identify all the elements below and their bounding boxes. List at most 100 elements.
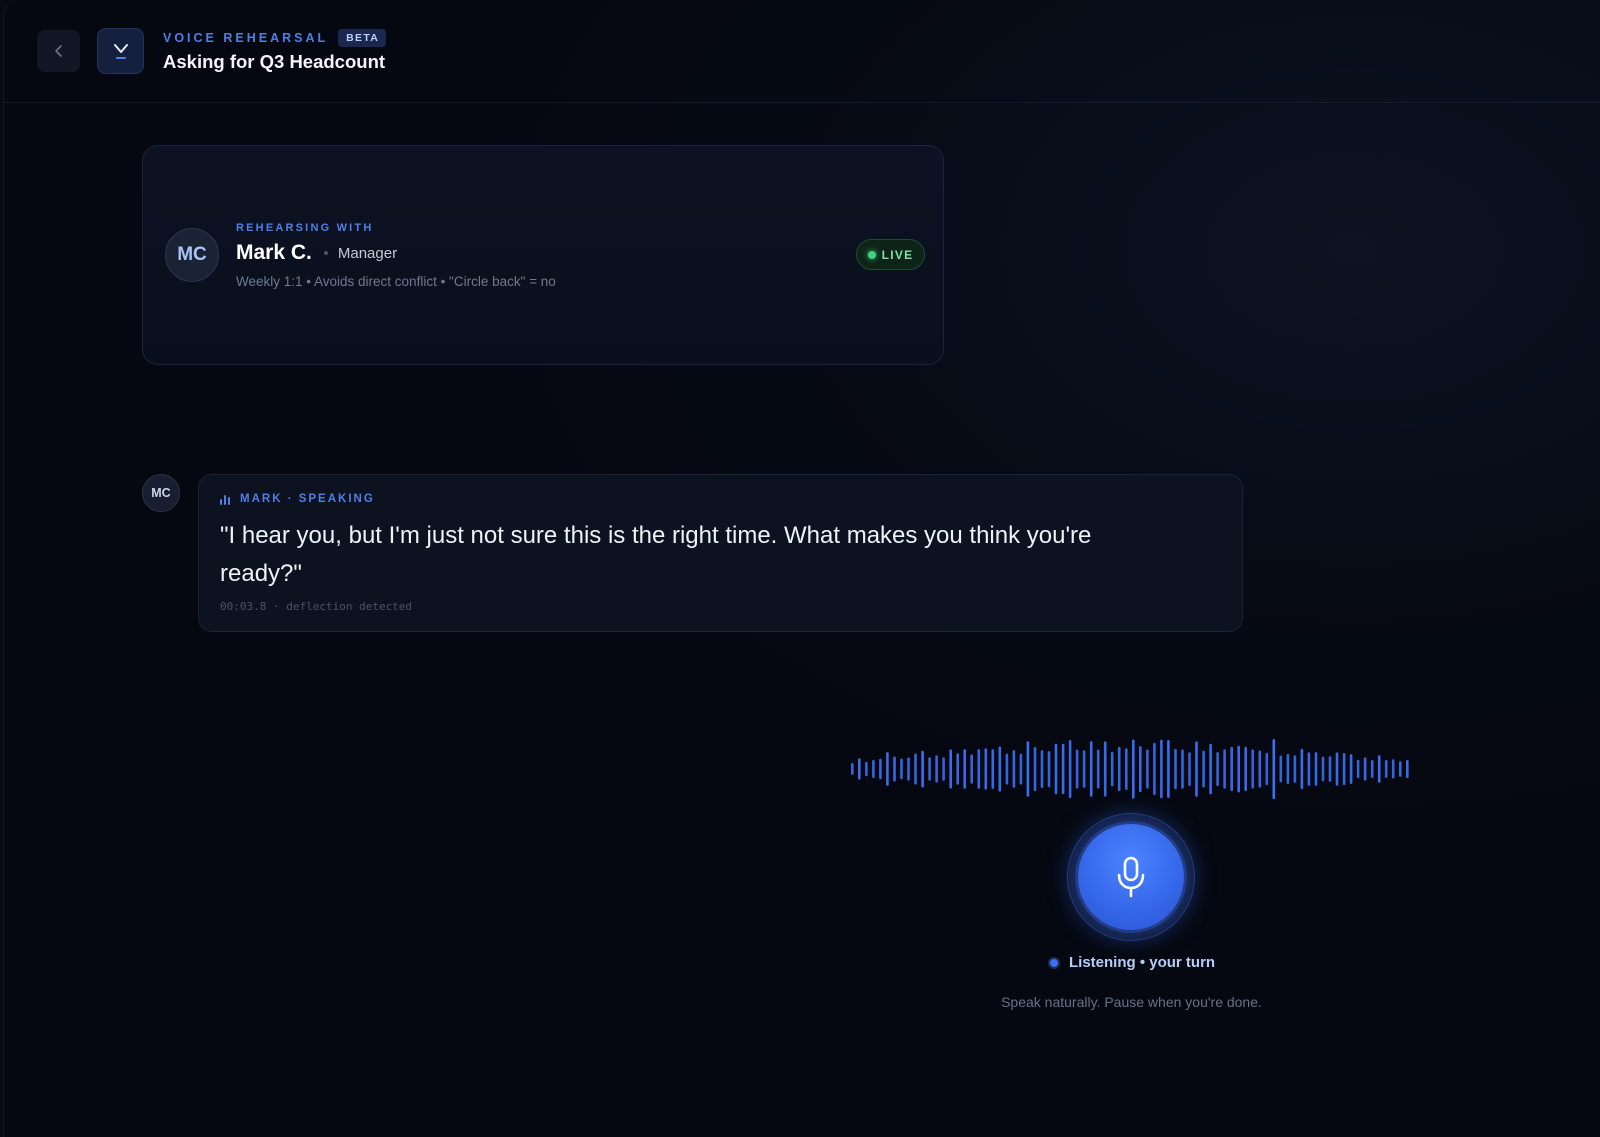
persona-avatar: MC — [165, 228, 219, 282]
beta-badge: BETA — [338, 29, 387, 47]
waveform-bar — [1328, 756, 1332, 782]
rehearsing-with-label: REHEARSING WITH — [236, 222, 374, 234]
waveform-bar — [1223, 749, 1226, 789]
speak-hint: Speak naturally. Pause when you're done. — [1001, 994, 1262, 1010]
back-button[interactable] — [37, 30, 80, 72]
waveform-bar — [886, 752, 889, 786]
waveform-bar — [1061, 743, 1065, 795]
separator-dot — [323, 251, 328, 255]
waveform-bar — [1054, 743, 1058, 795]
waveform-bar — [1068, 740, 1072, 798]
waveform-bar — [1075, 749, 1079, 789]
waveform-bar — [970, 754, 973, 784]
persona-identity: Mark C. Manager — [236, 241, 397, 265]
message-text: "I hear you, but I'm just not sure this … — [220, 522, 1092, 587]
waveform-bar — [1019, 753, 1023, 785]
waveform-bar — [1117, 746, 1121, 791]
waveform-bar — [1174, 748, 1177, 790]
waveform-bar — [1265, 752, 1269, 786]
waveform-bar — [1188, 752, 1191, 786]
waveform-bar — [900, 758, 903, 780]
waveform-bar — [858, 758, 861, 780]
waveform-bar — [1406, 760, 1409, 778]
waveform-bar — [1335, 752, 1339, 786]
waveform-bar — [1047, 751, 1051, 787]
waveform-bar — [1356, 759, 1360, 779]
waveform-bar — [1321, 756, 1325, 782]
waveform-bar — [1146, 749, 1149, 789]
waveform-bar — [865, 761, 868, 777]
waveform-bar — [1279, 755, 1283, 783]
speaker-status: MARK · SPEAKING — [240, 493, 375, 505]
waveform-bar — [1209, 743, 1212, 795]
waveform-bar — [879, 758, 882, 780]
waveform-bar — [1391, 759, 1395, 779]
waveform-bar — [1300, 748, 1304, 790]
chevron-left-icon — [54, 45, 62, 57]
waveform-bar — [1082, 750, 1086, 788]
waveform-bar — [1153, 742, 1156, 795]
waveform-bar — [1286, 753, 1290, 784]
waveform-bar — [1314, 752, 1318, 786]
waveform-bar — [1181, 749, 1184, 789]
waveform-bar — [1293, 755, 1297, 783]
listening-status: Listening • your turn — [1048, 954, 1215, 971]
waveform-bar — [1258, 750, 1262, 788]
waveform-bar — [872, 760, 875, 778]
waveform-bar — [928, 757, 931, 781]
waveform-bar — [1096, 749, 1100, 789]
waveform-bar — [1125, 748, 1128, 790]
app-name: VOICE REHEARSAL — [163, 31, 329, 45]
waveform-bar — [1370, 760, 1374, 778]
waveform-bar — [963, 749, 966, 789]
header: VOICE REHEARSAL BETA Asking for Q3 Headc… — [4, 0, 1600, 103]
waveform-bar — [984, 748, 988, 790]
voice-waveform — [851, 739, 1409, 799]
waveform-bar — [1012, 750, 1016, 788]
waveform-bar — [1230, 746, 1233, 792]
waveform-bar — [1103, 741, 1107, 797]
waveform-bar — [1167, 740, 1170, 798]
waveform-bar — [949, 749, 952, 789]
live-status-badge: LIVE — [856, 239, 925, 270]
listening-dot-icon — [1048, 956, 1060, 969]
waveform-bar — [1244, 746, 1247, 792]
persona-name: Mark C. — [236, 241, 312, 264]
waveform-bar — [1384, 760, 1388, 778]
message-meta: 00:03.8 · deflection detected — [220, 600, 413, 613]
waveform-bar — [1399, 761, 1402, 777]
waveform-bar — [1251, 749, 1254, 789]
page-title: Asking for Q3 Headcount — [163, 51, 386, 72]
app-kicker: VOICE REHEARSAL BETA — [163, 29, 387, 47]
waveform-bar — [942, 757, 945, 781]
listening-status-text: Listening • your turn — [1069, 954, 1216, 971]
waveform-bar — [1005, 753, 1009, 785]
waveform-bar — [914, 753, 917, 785]
microphone-icon — [1117, 856, 1145, 898]
persona-notes: Weekly 1:1 • Avoids direct conflict • "C… — [236, 274, 556, 289]
waveform-bar — [991, 749, 995, 789]
speaker-avatar: MC — [142, 474, 180, 512]
waveform-bar — [1202, 750, 1205, 788]
waveform-bar — [1237, 745, 1240, 793]
waveform-bar — [1160, 739, 1163, 799]
persona-card: MC REHEARSING WITH Mark C. Manager Weekl… — [142, 145, 944, 365]
app-window: VOICE REHEARSAL BETA Asking for Q3 Headc… — [3, 0, 1600, 1137]
waveform-bar — [1377, 755, 1381, 783]
audio-bars-icon — [220, 494, 230, 505]
live-dot-icon — [867, 250, 876, 259]
waveform-bar — [956, 753, 959, 785]
waveform-bar — [998, 746, 1002, 792]
persona-role: Manager — [337, 244, 398, 262]
waveform-bar — [977, 749, 981, 789]
microphone-button[interactable] — [1075, 821, 1187, 933]
app-logo-button[interactable] — [97, 28, 144, 74]
waveform-bar — [893, 756, 896, 782]
waveform-bar — [935, 755, 938, 783]
waveform-bar — [1195, 741, 1198, 797]
waveform-bar — [1132, 739, 1135, 799]
waveform-bar — [1349, 754, 1353, 784]
waveform-bar — [1342, 753, 1346, 786]
live-status-text: LIVE — [881, 247, 914, 262]
waveform-bar — [851, 763, 854, 775]
